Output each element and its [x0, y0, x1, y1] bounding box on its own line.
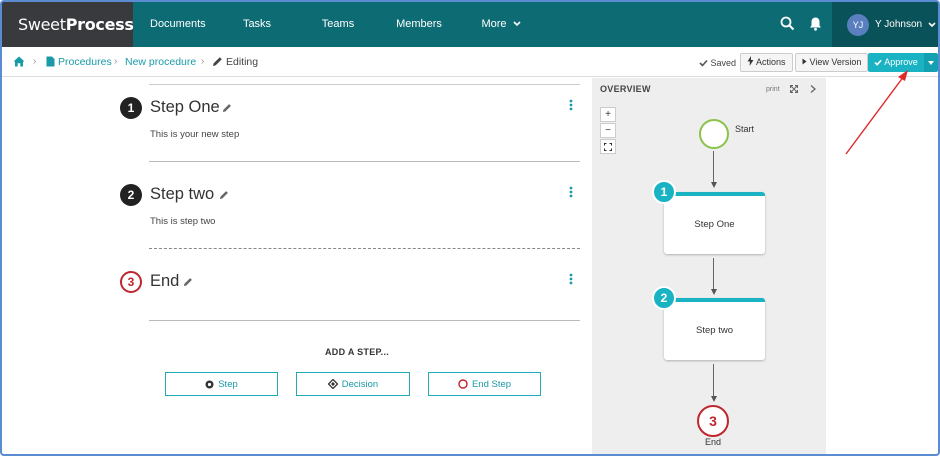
pencil-icon [213, 57, 222, 66]
diamond-icon [327, 379, 338, 389]
flow-end-label: End [705, 437, 722, 447]
chevron-down-icon [928, 21, 936, 27]
flow-end-node[interactable]: 3 [697, 405, 729, 437]
avatar: YJ [847, 13, 869, 36]
nav-members[interactable]: Members [395, 2, 443, 47]
actions-label: Actions [756, 57, 786, 67]
bell-icon[interactable] [809, 16, 822, 31]
app-window: SweetProcess Documents Tasks Teams Membe… [0, 0, 940, 456]
fit-screen-icon [604, 143, 612, 151]
step-number-badge: 1 [120, 97, 142, 119]
breadcrumb-separator: › [114, 56, 118, 67]
step-title[interactable]: Step One [150, 98, 220, 117]
zoom-out-button[interactable]: − [600, 123, 616, 138]
user-menu[interactable]: YJ Y Johnson [832, 2, 938, 47]
view-version-label: View Version [809, 57, 862, 67]
flow-arrow [711, 396, 717, 402]
breadcrumb-separator: › [201, 56, 205, 67]
circle-icon [458, 379, 468, 389]
expand-icon[interactable] [790, 85, 798, 93]
check-icon [699, 59, 708, 67]
add-end-step-button[interactable]: End Step [428, 372, 541, 396]
pencil-icon[interactable] [183, 277, 193, 287]
kebab-menu-icon[interactable] [569, 99, 573, 111]
dot-circle-icon [205, 380, 214, 388]
add-step-button[interactable]: Step [165, 372, 278, 396]
kebab-menu-icon[interactable] [569, 186, 573, 198]
breadcrumb-bar: › Procedures › New procedure › Editing S… [2, 47, 938, 77]
annotation-arrow [845, 70, 908, 155]
approve-dropdown-button[interactable] [924, 53, 938, 72]
logo-text: SweetProcess [18, 15, 134, 34]
flow-step-badge: 1 [652, 180, 676, 204]
user-name: Y Johnson [875, 19, 923, 30]
chevron-right-icon[interactable] [810, 85, 816, 93]
step-description: This is your new step [150, 129, 240, 140]
saved-label: Saved [710, 58, 737, 68]
step-number-badge: 2 [120, 184, 142, 206]
add-step-heading: ADD A STEP... [325, 347, 390, 357]
caret-down-icon [928, 61, 934, 65]
breadcrumb-new-procedure[interactable]: New procedure [125, 56, 196, 68]
add-end-step-label: End Step [471, 378, 512, 390]
nav-tasks[interactable]: Tasks [240, 2, 274, 47]
fit-view-button[interactable] [600, 139, 616, 154]
document-icon [46, 56, 55, 67]
pencil-icon[interactable] [222, 103, 232, 113]
breadcrumb-procedures[interactable]: Procedures [58, 56, 112, 68]
add-decision-button[interactable]: Decision [296, 372, 410, 396]
nav-more-label: More [481, 18, 507, 30]
pencil-icon[interactable] [219, 190, 229, 200]
flow-step-node[interactable]: Step two [664, 298, 765, 360]
step-title[interactable]: End [150, 272, 179, 291]
step-divider [149, 248, 580, 249]
nav-documents[interactable]: Documents [150, 2, 206, 47]
approve-label: Approve [884, 57, 918, 67]
flow-step-badge: 2 [652, 286, 676, 310]
flow-arrow [711, 182, 717, 188]
flow-connector [713, 151, 714, 185]
actions-button[interactable]: Actions [740, 53, 793, 72]
logo[interactable]: SweetProcess [2, 2, 134, 47]
flow-step-node[interactable]: Step One [664, 192, 765, 254]
list-top-divider [149, 84, 580, 85]
flow-arrow [711, 289, 717, 295]
step-divider [149, 161, 580, 162]
top-navbar: SweetProcess Documents Tasks Teams Membe… [2, 2, 938, 47]
home-icon[interactable] [13, 56, 25, 67]
nav-teams[interactable]: Teams [320, 2, 356, 47]
saved-status: Saved [699, 58, 736, 68]
step-description: This is step two [150, 216, 216, 227]
flow-start-node[interactable] [699, 119, 729, 149]
bolt-icon [747, 56, 754, 66]
print-link[interactable]: print [766, 86, 780, 93]
flow-start-label: Start [735, 124, 755, 134]
step-title[interactable]: Step two [150, 185, 214, 204]
add-decision-label: Decision [341, 378, 379, 390]
nav-more[interactable]: More [481, 2, 521, 47]
kebab-menu-icon[interactable] [569, 273, 573, 285]
breadcrumb-separator: › [33, 56, 37, 67]
end-step-badge: 3 [120, 271, 142, 293]
add-step-label: Step [218, 378, 238, 390]
search-icon[interactable] [780, 16, 795, 31]
overview-title: OVERVIEW [600, 84, 651, 94]
caret-right-icon [802, 58, 807, 65]
breadcrumb-current: Editing [226, 56, 259, 68]
check-icon [874, 59, 882, 66]
step-divider [149, 320, 580, 321]
overview-panel: OVERVIEW print + − Start Step One 1 Step… [592, 78, 826, 454]
zoom-in-button[interactable]: + [600, 107, 616, 122]
flow-connector [713, 364, 714, 399]
chevron-down-icon [512, 21, 521, 27]
flow-connector [713, 258, 714, 292]
